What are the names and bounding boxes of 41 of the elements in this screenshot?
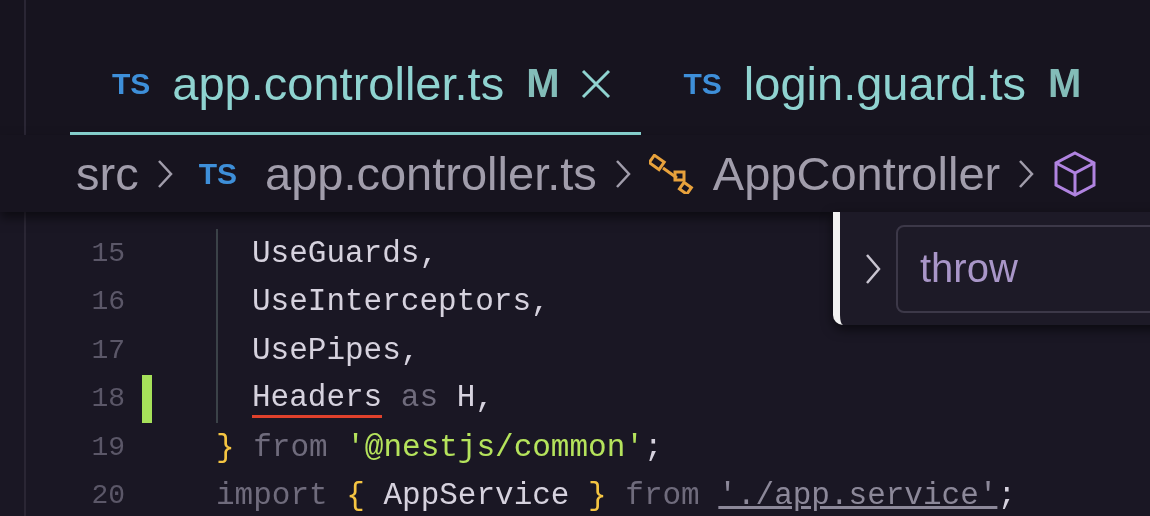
code-token: from <box>624 478 701 514</box>
code-token: UseInterceptors, <box>252 284 550 320</box>
code-token: Headers <box>252 379 383 418</box>
code-token: as <box>399 379 440 417</box>
code-token: import <box>216 478 329 514</box>
chevron-icon <box>614 158 631 189</box>
modified-label: M <box>1048 61 1082 106</box>
code-token: H, <box>456 379 494 417</box>
code-token: } <box>216 429 235 465</box>
code-token: UseGuards, <box>252 235 439 271</box>
typescript-icon: TS <box>198 156 237 191</box>
line-number: 20 <box>90 480 125 512</box>
code-token: '@nestjs/common' <box>346 429 644 465</box>
tab-label: login.guard.ts <box>743 56 1026 111</box>
line-number: 15 <box>90 237 125 269</box>
chevron-icon <box>156 158 173 189</box>
code-token: ; <box>997 478 1016 514</box>
code-token: from <box>252 429 329 465</box>
code-token: ; <box>643 429 663 465</box>
code-token: { <box>346 478 365 514</box>
breadcrumb-item[interactable]: src <box>76 146 139 201</box>
code-token: AppService <box>382 478 571 514</box>
breadcrumb-item[interactable]: AppController <box>712 146 1001 201</box>
code-token: } <box>588 478 607 514</box>
find-input[interactable]: throw <box>896 224 1150 313</box>
breadcrumb-item[interactable]: app.controller.ts <box>265 146 597 201</box>
chevron-icon <box>1018 158 1035 189</box>
class-icon <box>648 153 695 194</box>
tab-label: app.controller.ts <box>172 56 505 111</box>
typescript-icon: TS <box>683 66 722 101</box>
close-icon[interactable] <box>581 68 612 99</box>
line-number: 18 <box>90 383 125 415</box>
modified-label: M <box>526 61 560 106</box>
typescript-icon: TS <box>112 66 151 101</box>
line-number: 19 <box>90 431 125 463</box>
line-number: 17 <box>90 334 125 366</box>
editor-tab[interactable]: TS login.guard.ts M <box>641 35 1112 135</box>
code-token: './app.service' <box>718 478 998 514</box>
cube-icon <box>1052 149 1099 198</box>
code-token: UsePipes, <box>252 332 420 368</box>
line-number: 16 <box>90 286 125 318</box>
